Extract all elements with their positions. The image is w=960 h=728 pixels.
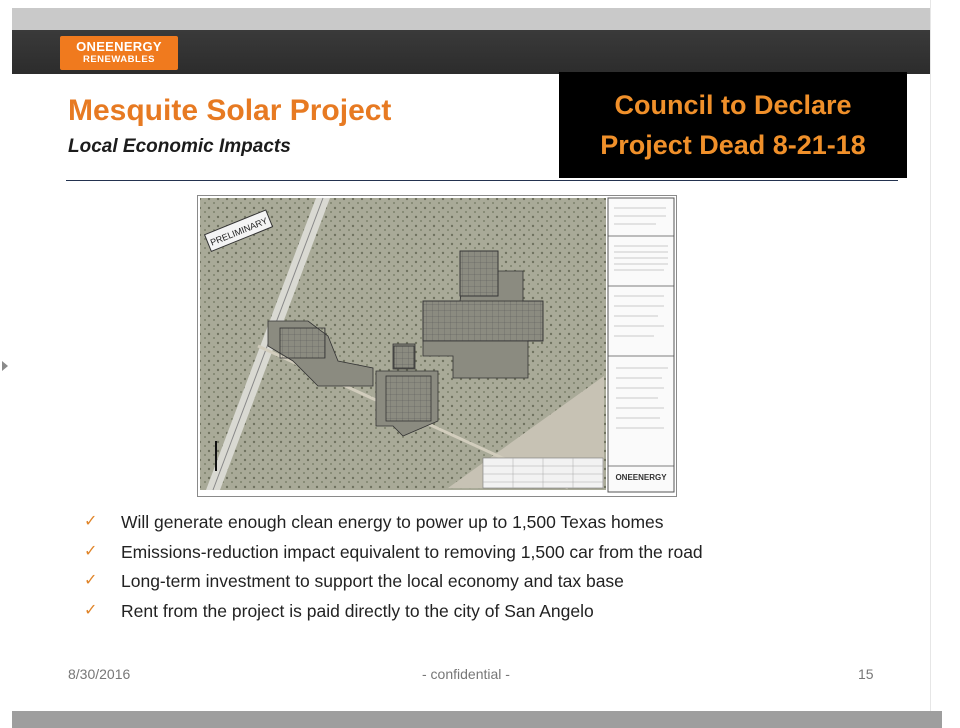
slide-title: Mesquite Solar Project: [68, 94, 392, 127]
slide: ONEENERGY RENEWABLES Mesquite Solar Proj…: [12, 8, 942, 728]
bullet-text: Will generate enough clean energy to pow…: [121, 512, 664, 532]
checkmark-icon: ✓: [84, 542, 98, 560]
logo-line-1: ONEENERGY: [76, 39, 162, 54]
checkmark-icon: ✓: [84, 572, 98, 589]
bullet-text: Rent from the project is paid directly t…: [121, 600, 594, 621]
footer-date: 8/30/2016: [68, 666, 131, 682]
footer-page-number: 15: [858, 666, 874, 682]
window-top-strip: [0, 0, 960, 8]
banner-line-2: Project Dead 8-21-18: [600, 130, 866, 160]
map-company-logo: ONEENERGY: [615, 473, 667, 482]
logo-line-2: RENEWABLES: [82, 54, 156, 65]
checkmark-icon: ✓: [84, 513, 98, 530]
bullet-text: Emissions-reduction impact equivalent to…: [121, 541, 703, 562]
checkmark-icon: ✓: [84, 601, 98, 619]
footer-confidential: - confidential -: [422, 666, 510, 682]
overlay-banner: Council to Declare Project Dead 8-21-18: [559, 72, 907, 178]
title-divider: [66, 180, 898, 181]
onenergy-logo: ONEENERGY RENEWABLES: [60, 36, 178, 70]
right-scroll-area[interactable]: [930, 0, 960, 720]
expand-panel-arrow-icon[interactable]: [2, 361, 8, 371]
slide-header-bar: [12, 8, 930, 30]
site-plan-image: PRELIMINARY ONEENERGY: [197, 195, 677, 497]
site-plan-drawing: PRELIMINARY ONEENERGY: [200, 197, 675, 493]
slide-subtitle: Local Economic Impacts: [68, 136, 291, 157]
bullet-text: Long-term investment to support the loca…: [121, 571, 624, 591]
banner-line-1: Council to Declare: [614, 90, 852, 120]
